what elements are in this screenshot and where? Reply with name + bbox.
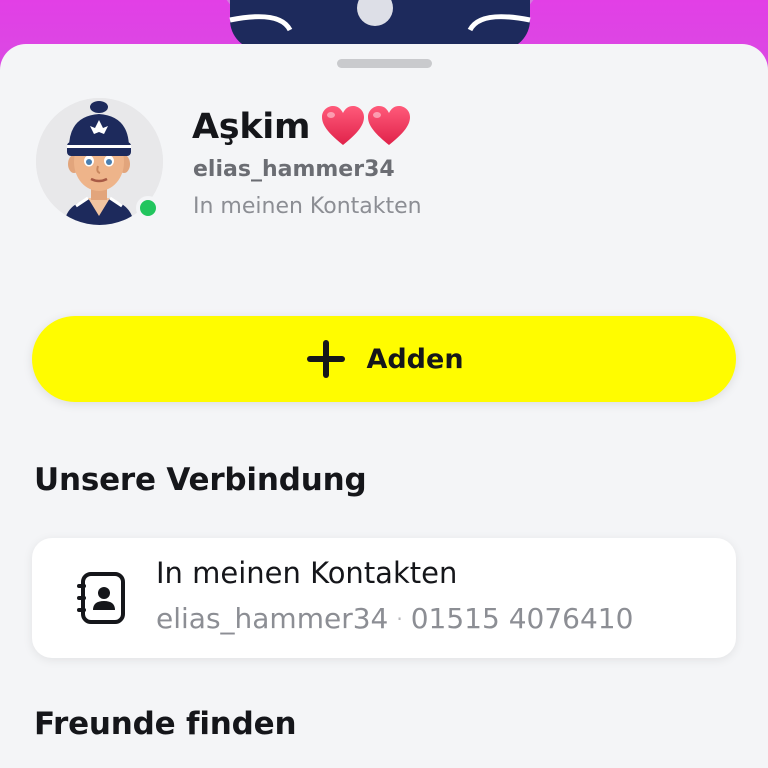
plus-icon <box>307 340 346 378</box>
find-friends-section-title: Freunde finden <box>34 706 297 742</box>
phone-number: 01515 4076410 <box>410 602 634 635</box>
heart-icon <box>322 106 411 145</box>
connection-section-title: Unsere Verbindung <box>34 462 367 498</box>
add-friend-button[interactable]: Adden <box>32 316 736 402</box>
card-title: In meinen Kontakten <box>156 556 458 590</box>
online-status-indicator <box>136 196 160 220</box>
profile-sheet[interactable]: Aşkim elias_hammer34 In meinen Kontakten <box>0 44 768 768</box>
card-username: elias_hammer34 <box>156 602 389 635</box>
username: elias_hammer34 <box>193 157 395 182</box>
sheet-grabber-handle[interactable] <box>337 59 432 68</box>
display-name: Aşkim <box>192 107 311 147</box>
contact-status-text: In meinen Kontakten <box>193 194 422 219</box>
contact-connection-card[interactable]: In meinen Kontakten elias_hammer34 · 015… <box>32 538 736 658</box>
add-button-label: Adden <box>366 343 464 375</box>
contacts-book-icon <box>77 572 125 624</box>
profile-name-row: Aşkim <box>192 102 412 152</box>
separator-dot: · <box>396 606 403 631</box>
hearts-emoji <box>320 105 412 149</box>
card-subtitle: elias_hammer34 · 01515 4076410 <box>156 602 633 635</box>
